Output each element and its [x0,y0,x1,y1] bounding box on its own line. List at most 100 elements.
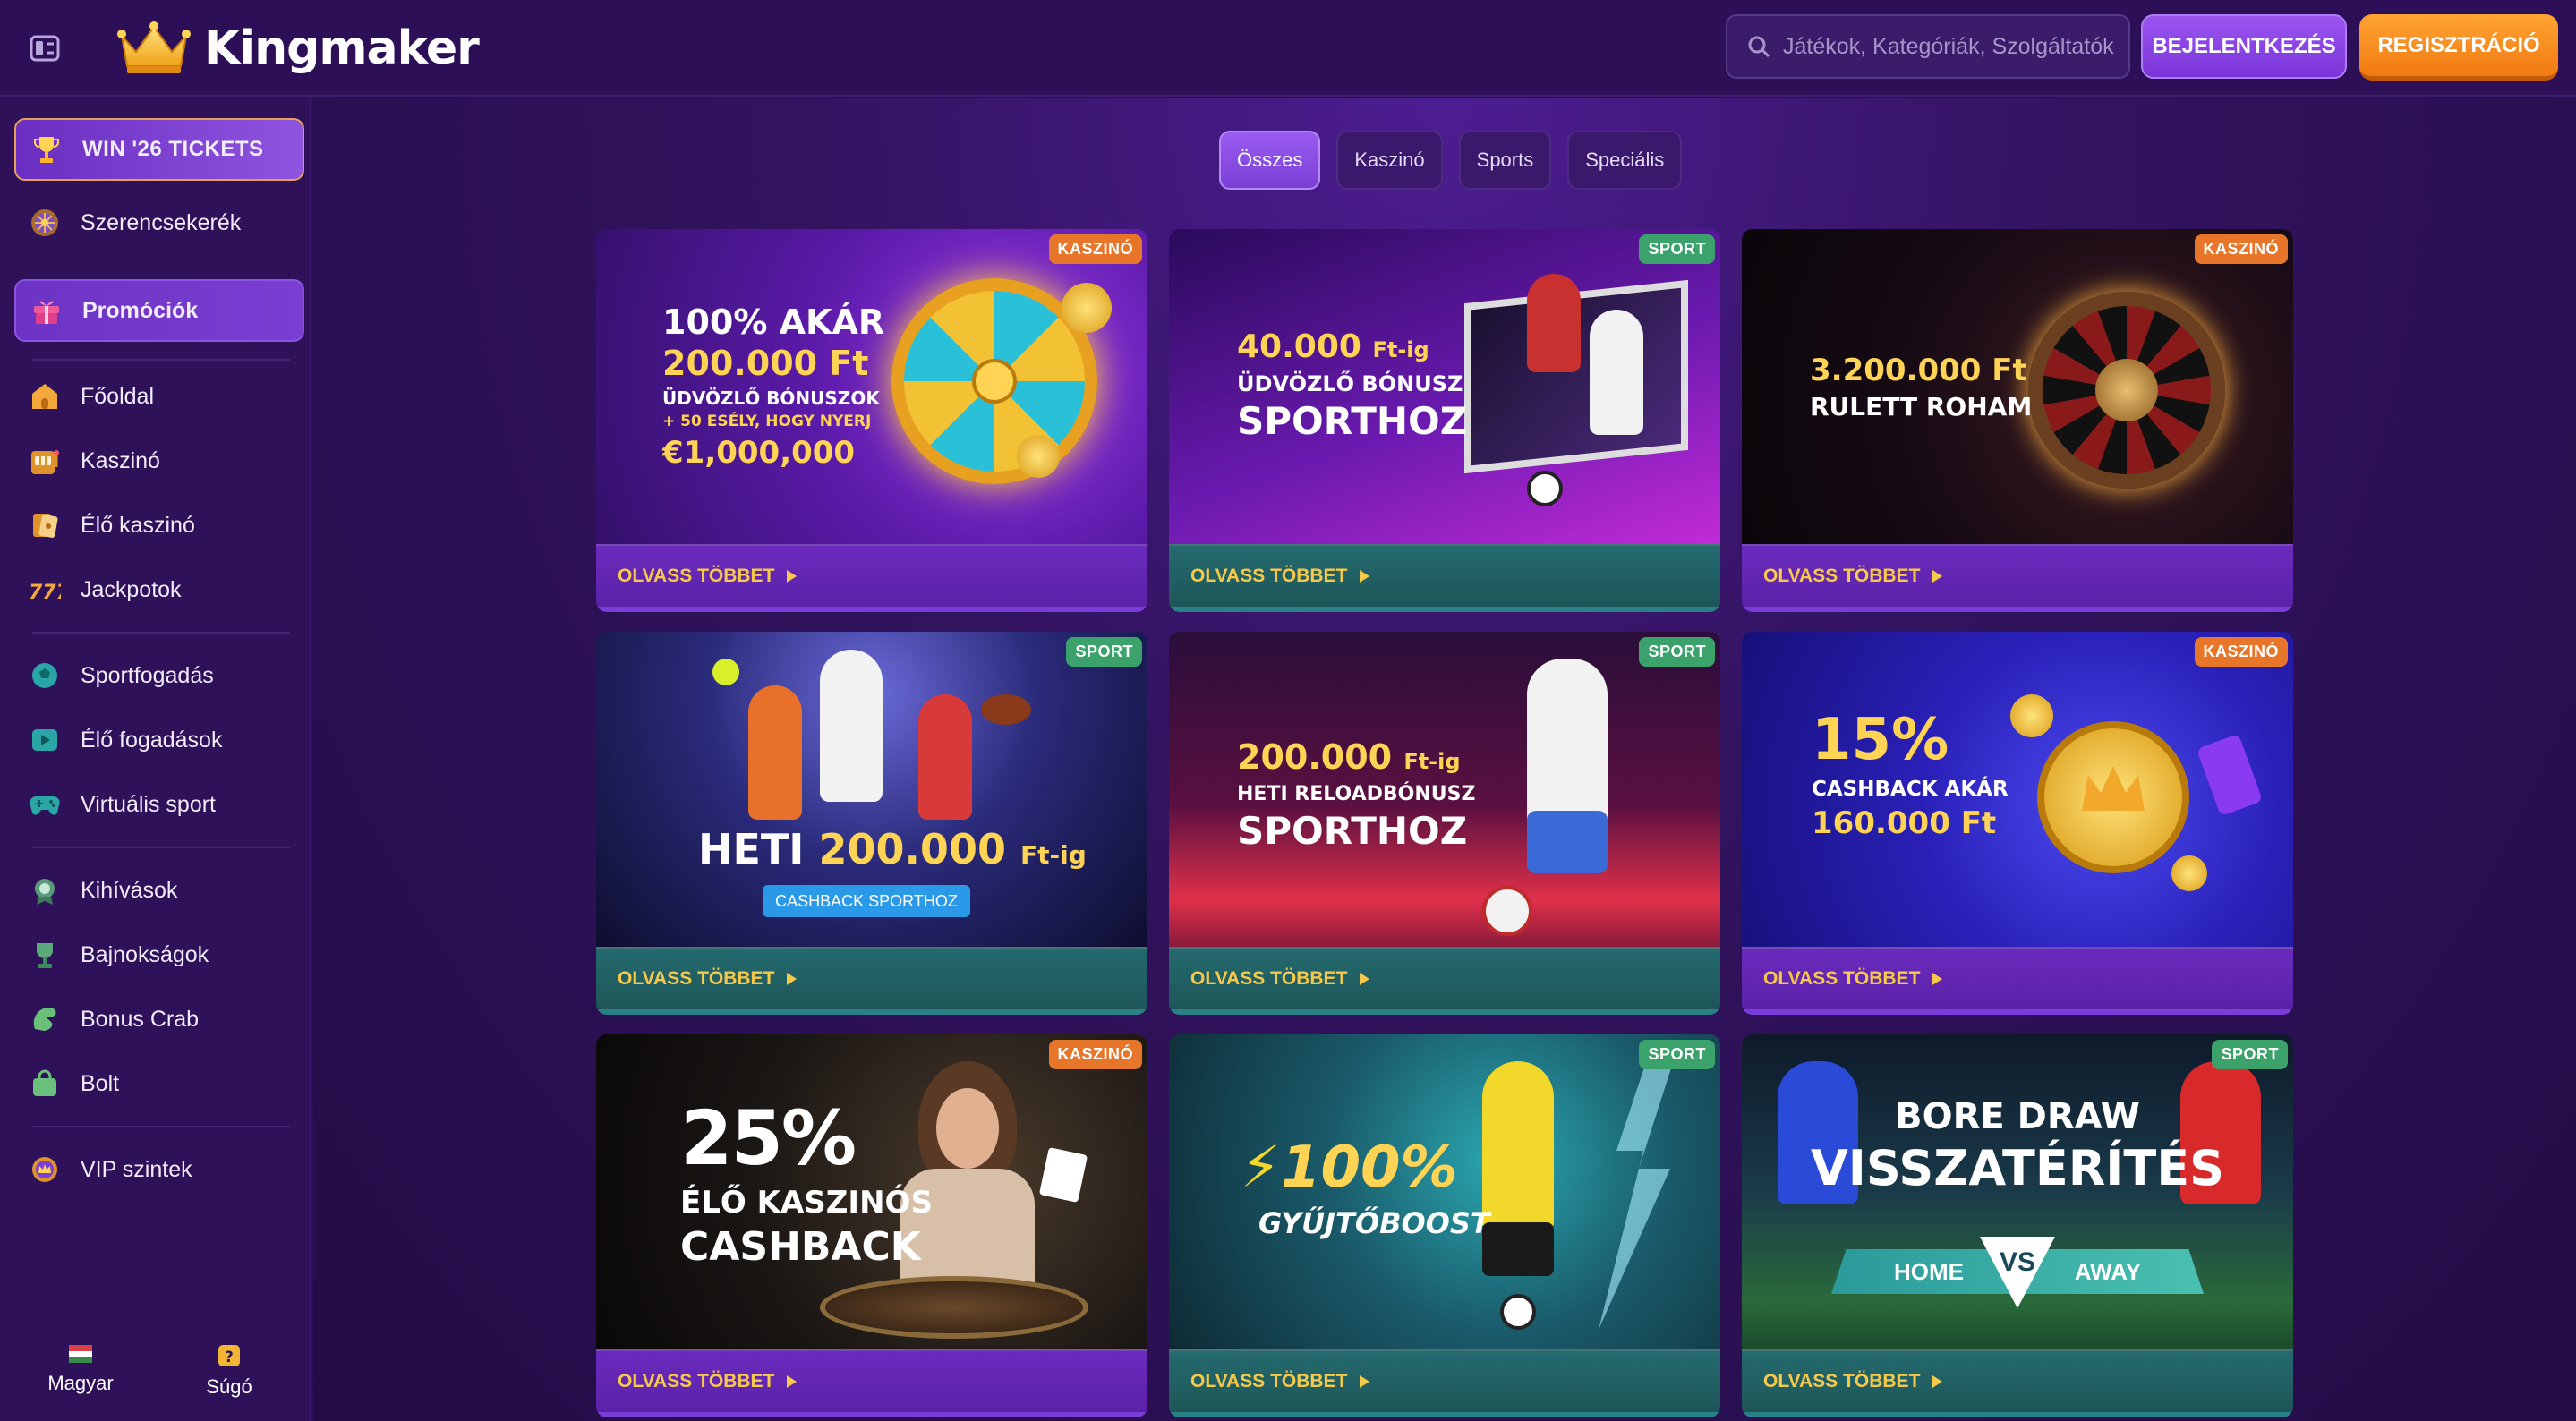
sidebar: WIN '26 TICKETS Szerencsekerék Promóciók… [0,97,311,1421]
play-arrow-icon [787,570,798,583]
banner-line: 25% [680,1094,857,1182]
read-more-button[interactable]: OLVASS TÖBBET [596,947,1147,1015]
read-more-button[interactable]: OLVASS TÖBBET [1169,1349,1720,1417]
banner-line: Ft-ig [1019,840,1087,870]
promo-banner: 200.000 Ft-ig HETI RELOADBÓNUSZ SPORTHOZ… [1169,632,1720,947]
promo-card[interactable]: 15% CASHBACK AKÁR 160.000 Ft KASZINÓ OLV… [1742,632,2293,1015]
promo-card[interactable]: 3.200.000 Ft RULETT ROHAM KASZINÓ OLVASS… [1742,229,2293,612]
sidebar-item-elo-fogadasok[interactable]: Élő fogadások [14,709,304,771]
sidebar-item-kihivasok[interactable]: Kihívások [14,859,304,922]
help-button[interactable]: ? Súgó [184,1345,274,1408]
football-icon [29,659,61,692]
wheel-hub [972,359,1017,404]
player-figure [1527,274,1581,372]
sidebar-item-virtualis-sport[interactable]: Virtuális sport [14,773,304,836]
promo-card[interactable]: 40.000 Ft-ig ÜDVÖZLŐ BÓNUSZ SPORTHOZ SPO… [1169,229,1720,612]
sidebar-item-bajnoksagok[interactable]: Bajnokságok [14,923,304,986]
player-figure [918,694,972,820]
banner-line: SPORTHOZ [1237,809,1468,853]
sidebar-item-bonus-crab[interactable]: Bonus Crab [14,988,304,1051]
play-arrow-icon [1932,570,1943,583]
promo-card[interactable]: 100% AKÁR 200.000 Ft ÜDVÖZLŐ BÓNUSZOK + … [596,229,1147,612]
play-arrow-icon [1360,1375,1370,1388]
read-more-button[interactable]: OLVASS TÖBBET [1742,544,2293,612]
sidebar-item-promociok[interactable]: Promóciók [14,279,304,342]
sidebar-item-szerencsekerek[interactable]: Szerencsekerék [14,191,304,254]
player-figure [1527,659,1608,829]
sidebar-item-label: Szerencsekerék [81,209,242,235]
sidebar-item-sportfogadas[interactable]: Sportfogadás [14,644,304,707]
sidebar-divider [32,632,290,634]
banner-line: €1,000,000 [662,435,856,471]
sidebar-item-label: Bonus Crab [81,1006,200,1032]
sidebar-item-vip-szintek[interactable]: VIP szintek [14,1138,304,1201]
login-button[interactable]: BEJELENTKEZÉS [2141,14,2347,79]
live-play-icon [29,724,61,756]
player-figure [1590,310,1643,435]
crown-badge-icon [29,1153,61,1186]
brand-logo[interactable]: Kingmaker [116,16,480,81]
sidebar-divider [32,847,290,848]
banner-line: 100% [1280,1135,1458,1201]
crown-icon [117,21,191,73]
read-more-button[interactable]: OLVASS TÖBBET [1742,1349,2293,1417]
tab-specialis[interactable]: Speciális [1567,131,1683,190]
tab-kaszino[interactable]: Kaszinó [1336,131,1443,190]
play-arrow-icon [1360,973,1370,985]
banner-line: CASHBACK AKÁR [1812,778,2009,801]
promo-card[interactable]: ⚡100% GYŰJTŐBOOST SPORT OLVASS TÖBBET [1169,1034,1720,1417]
read-more-label: OLVASS TÖBBET [618,968,775,989]
sidebar-item-elo-kaszino[interactable]: Élő kaszinó [14,494,304,557]
sidebar-item-label: Kaszinó [81,447,160,473]
banner-line: ÉLŐ KASZINÓS [680,1185,933,1221]
banner-line: GYŰJTŐBOOST [1258,1206,1490,1240]
promo-card[interactable]: 25% ÉLŐ KASZINÓS CASHBACK KASZINÓ OLVASS… [596,1034,1147,1417]
read-more-button[interactable]: OLVASS TÖBBET [596,1349,1147,1417]
roulette-hub [2095,359,2158,421]
sidebar-toggle-icon[interactable] [27,32,63,64]
svg-text:?: ? [225,1349,234,1366]
read-more-button[interactable]: OLVASS TÖBBET [596,544,1147,612]
tab-osszes[interactable]: Összes [1219,131,1321,190]
sidebar-item-bolt[interactable]: Bolt [14,1052,304,1115]
promo-banner: 25% ÉLŐ KASZINÓS CASHBACK KASZINÓ [596,1034,1147,1349]
tab-sports[interactable]: Sports [1458,131,1552,190]
top-header: Kingmaker BEJELENTKEZÉS REGISZTRÁCIÓ [0,0,2576,97]
sidebar-item-fooldal[interactable]: Főoldal [14,365,304,428]
coin-icon [2010,694,2053,737]
search-box[interactable] [1726,14,2130,79]
dealer-face [936,1088,999,1169]
cup-icon [29,939,61,971]
away-label: AWAY [2074,1257,2141,1285]
sidebar-divider [32,1126,290,1127]
sidebar-item-kaszino[interactable]: Kaszinó [14,430,304,492]
read-more-label: OLVASS TÖBBET [1190,968,1348,989]
search-input[interactable] [1783,33,2123,60]
category-badge: SPORT [1639,1040,1715,1069]
read-more-label: OLVASS TÖBBET [618,1371,775,1391]
read-more-button[interactable]: OLVASS TÖBBET [1169,544,1720,612]
sidebar-item-win-tickets[interactable]: WIN '26 TICKETS [14,118,304,181]
help-icon: ? [218,1345,240,1366]
banner-line: HETI RELOADBÓNUSZ [1237,783,1476,805]
football-graphic [1527,471,1563,506]
language-selector[interactable]: Magyar [36,1345,125,1408]
read-more-button[interactable]: OLVASS TÖBBET [1169,947,1720,1015]
banner-line: SPORTHOZ [1237,399,1468,443]
gift-icon [30,294,63,327]
banner-line: Ft-ig [1372,337,1429,362]
sidebar-item-label: Bolt [81,1070,120,1096]
sidebar-item-jackpotok[interactable]: 777 Jackpotok [14,558,304,621]
play-arrow-icon [1932,973,1943,985]
hungarian-flag-icon [69,1345,92,1363]
read-more-button[interactable]: OLVASS TÖBBET [1742,947,2293,1015]
promo-card[interactable]: HETI 200.000 Ft-ig CASHBACK SPORTHOZ SPO… [596,632,1147,1015]
sidebar-item-label: Bajnokságok [81,941,209,967]
promo-card[interactable]: 200.000 Ft-ig HETI RELOADBÓNUSZ SPORTHOZ… [1169,632,1720,1015]
banner-line: 100% AKÁR [662,302,885,342]
brand-name: Kingmaker [204,21,480,75]
promo-card[interactable]: BORE DRAW VISSZATÉRÍTÉS HOME AWAY VS SPO… [1742,1034,2293,1417]
slot-machine-icon [29,445,61,477]
play-arrow-icon [787,973,798,985]
register-button[interactable]: REGISZTRÁCIÓ [2359,14,2558,81]
